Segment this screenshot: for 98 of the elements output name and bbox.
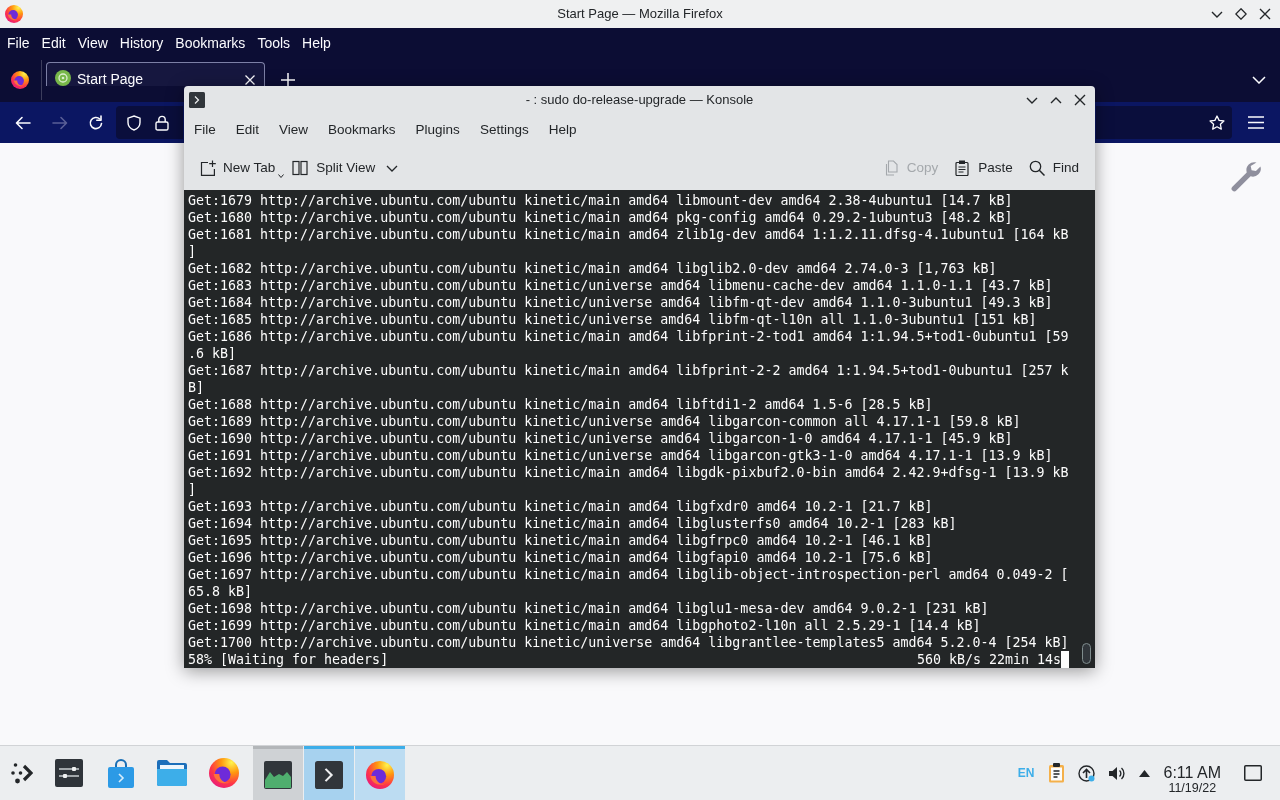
- scrollbar-handle[interactable]: [1081, 643, 1091, 664]
- chevron-down-icon[interactable]: [1252, 76, 1266, 84]
- maximize-icon[interactable]: [1050, 96, 1062, 104]
- menu-icon[interactable]: [1248, 116, 1264, 129]
- cursor-icon: [1061, 650, 1069, 668]
- terminal-line: B]: [188, 378, 204, 396]
- terminal-line: Get:1692 http://archive.ubuntu.com/ubuntu kinetic/main amd64 libgdk-pixbuf2.0-bin amd64 2.42.9+dfsg-1 [13.9 kB: [188, 463, 1069, 481]
- terminal-line: .6 kB]: [188, 344, 237, 362]
- browser-icon: [5, 5, 23, 23]
- menu-item[interactable]: Help: [296, 31, 337, 55]
- launcher-icon[interactable]: [11, 762, 33, 784]
- close-icon[interactable]: [1259, 8, 1271, 20]
- bookmark-star-icon[interactable]: [1209, 114, 1225, 131]
- terminal-line: Get:1698 http://archive.ubuntu.com/ubuntu kinetic/main amd64 libglu1-mesa-dev amd64 9.0.2-1 [231 kB]: [188, 599, 989, 617]
- clock-time[interactable]: 6:11 AM: [1163, 763, 1221, 782]
- menu-item[interactable]: View: [269, 117, 319, 143]
- terminal-line: Get:1679 http://archive.ubuntu.com/ubuntu kinetic/main amd64 libmount-dev amd64 2.38-4ubuntu1 [14.7 kB]: [188, 191, 1013, 209]
- terminal-line: Get:1697 http://archive.ubuntu.com/ubuntu kinetic/main amd64 libglib-object-introspection-perl amd64 0.049-2 [: [188, 565, 1069, 583]
- terminal-line: Get:1680 http://archive.ubuntu.com/ubuntu kinetic/main amd64 pkg-config amd64 0.29.2-1ubuntu3 [48.2 kB]: [188, 208, 1013, 226]
- caret-icon: [278, 174, 285, 178]
- back-icon[interactable]: [15, 114, 31, 131]
- minimize-icon[interactable]: [1026, 96, 1038, 104]
- download-rate: 560 kB/s 22min 14s: [916, 650, 1061, 668]
- terminal-line: Get:1683 http://archive.ubuntu.com/ubuntu kinetic/universe amd64 libmenu-cache-dev amd64 1.1.0-1.1 [43.7 kB]: [188, 276, 1053, 294]
- terminal-icon: [315, 760, 343, 789]
- terminal-line: Get:1682 http://archive.ubuntu.com/ubuntu kinetic/main amd64 libglib2.0-dev amd64 2.74.0-3 [1,763 kB]: [188, 259, 997, 277]
- toolbar-button[interactable]: Find: [1022, 152, 1085, 184]
- terminal-line: Get:1689 http://archive.ubuntu.com/ubuntu kinetic/universe amd64 libgarcon-common all 4.17.1-1 [59.8 kB]: [188, 412, 1021, 430]
- terminal-line: Get:1687 http://archive.ubuntu.com/ubuntu kinetic/main amd64 libfprint-2-2 amd64 1:1.94.5+tod1-0ubuntu1 [257 k: [188, 361, 1069, 379]
- maximize-icon[interactable]: [1235, 8, 1247, 20]
- minimize-icon[interactable]: [1211, 10, 1223, 18]
- menu-item[interactable]: Settings: [469, 117, 539, 143]
- terminal-line: Get:1685 http://archive.ubuntu.com/ubuntu kinetic/universe amd64 libfm-qt-l10n all 1.1.0-3ubuntu1 [151 kB]: [188, 310, 1037, 328]
- volume-icon[interactable]: [1108, 764, 1126, 782]
- menu-item[interactable]: Edit: [35, 31, 72, 55]
- clipboard-icon[interactable]: [1048, 763, 1066, 783]
- landscape-icon: [264, 760, 292, 789]
- browser-icon[interactable]: [209, 758, 239, 788]
- menu-item[interactable]: Bookmarks: [169, 31, 252, 55]
- terminal-line: Get:1699 http://archive.ubuntu.com/ubuntu kinetic/main amd64 libgphoto2-l10n all 2.5.29-1 [14.4 kB]: [188, 616, 981, 634]
- menu-item[interactable]: Help: [538, 117, 587, 143]
- close-icon[interactable]: [1074, 94, 1086, 106]
- folder-icon[interactable]: [157, 760, 187, 786]
- terminal-line: Get:1686 http://archive.ubuntu.com/ubuntu kinetic/main amd64 libfprint-2-tod1 amd64 1:1.94.5+tod1-0ubuntu1 [59: [188, 327, 1069, 345]
- menu-item[interactable]: Bookmarks: [318, 117, 406, 143]
- wrench-icon[interactable]: [1230, 161, 1262, 193]
- terminal-line: Get:1681 http://archive.ubuntu.com/ubuntu kinetic/main amd64 zlib1g-dev amd64 1:1.2.11.dfsg-4.1ubuntu1 [164 kB: [188, 225, 1069, 243]
- columns-icon: [292, 160, 309, 176]
- address-field[interactable]: [1096, 106, 1232, 139]
- update-icon[interactable]: [1078, 764, 1096, 782]
- terminal-line: Get:1688 http://archive.ubuntu.com/ubuntu kinetic/main amd64 libftdi1-2 amd64 1.5-6 [28.5 kB]: [188, 395, 933, 413]
- menu-item[interactable]: File: [1, 31, 36, 55]
- terminal-line: Get:1690 http://archive.ubuntu.com/ubuntu kinetic/universe amd64 libgarcon-1-0 amd64 4.17.1-1 [45.9 kB]: [188, 429, 1013, 447]
- menu-item[interactable]: File: [184, 117, 226, 143]
- terminal-line: Get:1694 http://archive.ubuntu.com/ubuntu kinetic/main amd64 libglusterfs0 amd64 10.2-1 [283 kB]: [188, 514, 957, 532]
- site-icon: [55, 70, 71, 86]
- terminal-line: Get:1684 http://archive.ubuntu.com/ubuntu kinetic/universe amd64 libfm-qt-dev amd64 1.1.0-3ubuntu1 [49.3 kB]: [188, 293, 1053, 311]
- search-icon: [1028, 160, 1045, 176]
- terminal-line: Get:1691 http://archive.ubuntu.com/ubuntu kinetic/universe amd64 libgarcon-gtk3-1-0 amd64 4.17.1-1 [13.9 kB]: [188, 446, 1053, 464]
- terminal-line: ]: [188, 480, 196, 498]
- menu-item[interactable]: Edit: [225, 117, 270, 143]
- task-button[interactable]: [355, 746, 405, 800]
- terminal-line: ]: [188, 242, 196, 260]
- window-title: Start Page — Mozilla Firefox: [557, 5, 723, 24]
- shield-icon[interactable]: [126, 114, 142, 131]
- chevron-down-icon: [386, 164, 399, 172]
- lock-icon[interactable]: [155, 114, 169, 131]
- browser-tab[interactable]: Start Page: [46, 62, 265, 86]
- terminal-line: 65.8 kB]: [188, 582, 253, 600]
- menu-item[interactable]: View: [71, 31, 114, 55]
- window-title: - : sudo do-release-upgrade — Konsole: [525, 91, 754, 110]
- menu-item[interactable]: Plugins: [405, 117, 470, 143]
- address-field[interactable]: [116, 106, 183, 139]
- progress-status: 58% [Waiting for headers]: [188, 650, 389, 668]
- shopping-bag-icon[interactable]: [107, 758, 135, 788]
- toolbar-button[interactable]: Split View: [286, 152, 405, 184]
- browser-icon[interactable]: [11, 71, 29, 89]
- terminal-line: Get:1700 http://archive.ubuntu.com/ubuntu kinetic/universe amd64 libgrantlee-templates5 amd64 5.2.0-4 [254 kB]: [188, 633, 1069, 651]
- document-plus-icon: [200, 160, 216, 176]
- clipboard-icon: [954, 160, 971, 176]
- sliders-icon[interactable]: [55, 759, 83, 787]
- expand-tray-icon[interactable]: [1139, 769, 1151, 777]
- show-desktop-icon[interactable]: [1244, 765, 1262, 781]
- task-button[interactable]: [304, 746, 354, 800]
- terminal-line: Get:1693 http://archive.ubuntu.com/ubuntu kinetic/main amd64 libgfxdr0 amd64 10.2-1 [21.7 kB]: [188, 497, 933, 515]
- reload-icon[interactable]: [88, 114, 104, 131]
- terminal-line: Get:1695 http://archive.ubuntu.com/ubuntu kinetic/main amd64 libgfrpc0 amd64 10.2-1 [46.1 kB]: [188, 531, 933, 549]
- terminal-icon: [189, 92, 205, 108]
- menu-item[interactable]: Tools: [251, 31, 297, 55]
- browser-icon: [366, 760, 394, 789]
- clock-date[interactable]: 11/19/22: [1168, 781, 1217, 795]
- toolbar-button[interactable]: New Tab: [194, 152, 287, 184]
- task-button[interactable]: [253, 746, 303, 800]
- close-tab-icon[interactable]: [245, 75, 255, 85]
- menu-item[interactable]: History: [113, 31, 170, 55]
- terminal-line: Get:1696 http://archive.ubuntu.com/ubuntu kinetic/main amd64 libgfapi0 amd64 10.2-1 [75.6 kB]: [188, 548, 933, 566]
- toolbar-button[interactable]: Paste: [948, 152, 1019, 184]
- new-tab-icon[interactable]: [281, 73, 295, 87]
